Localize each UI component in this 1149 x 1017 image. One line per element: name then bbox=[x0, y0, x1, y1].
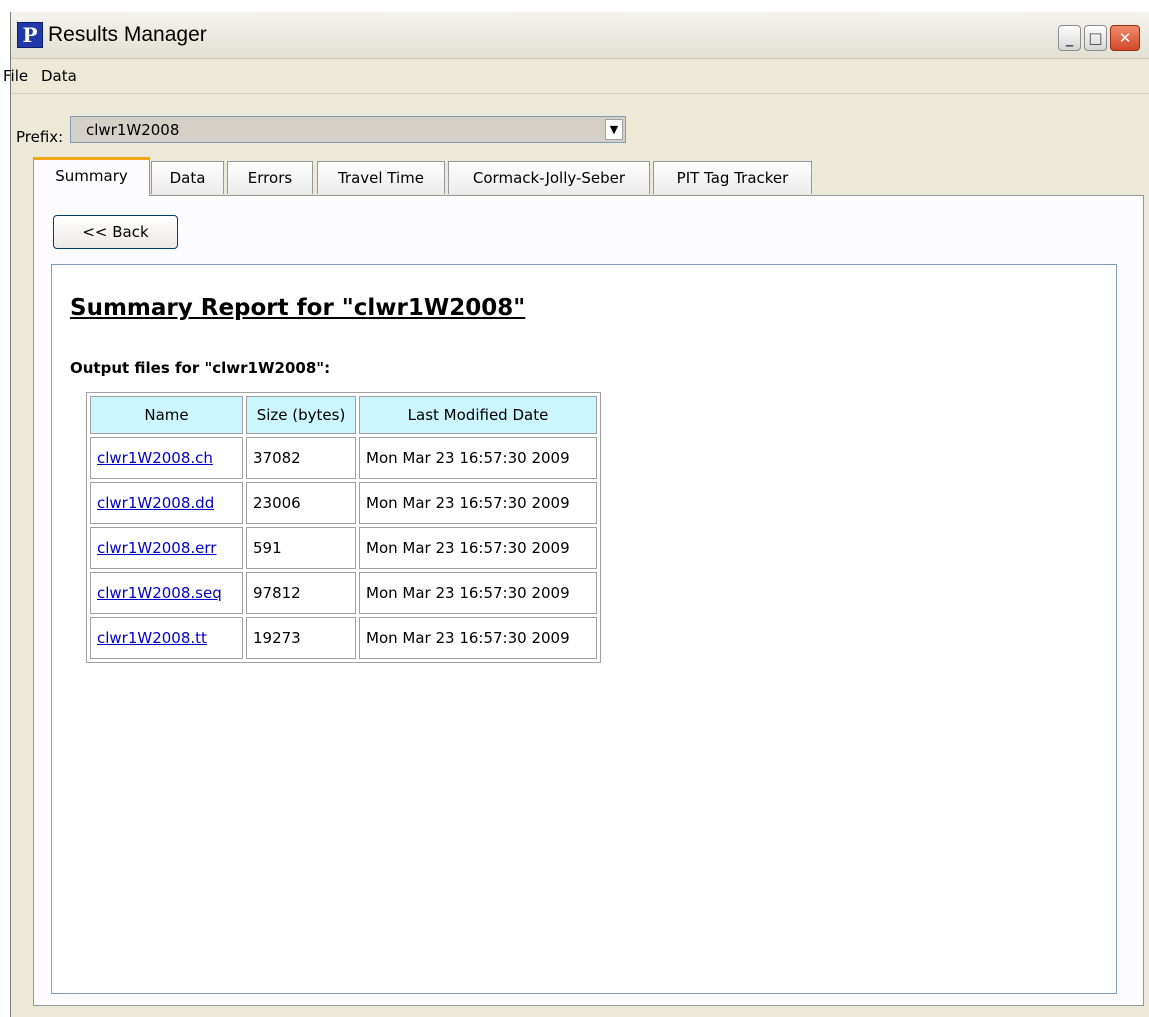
table-row: clwr1W2008.seq 97812 Mon Mar 23 16:57:30… bbox=[90, 572, 597, 614]
file-size-cell: 591 bbox=[246, 527, 356, 569]
file-date-cell: Mon Mar 23 16:57:30 2009 bbox=[359, 437, 597, 479]
table-row: clwr1W2008.tt 19273 Mon Mar 23 16:57:30 … bbox=[90, 617, 597, 659]
output-files-table: Name Size (bytes) Last Modified Date clw… bbox=[86, 392, 601, 663]
chevron-down-icon[interactable]: ▼ bbox=[605, 119, 623, 140]
minimize-icon[interactable]: _ bbox=[1058, 25, 1081, 51]
column-header-size: Size (bytes) bbox=[246, 396, 356, 434]
app-p-icon: P bbox=[17, 22, 43, 48]
tab-pit-tag-tracker[interactable]: PIT Tag Tracker bbox=[653, 161, 812, 194]
file-size-cell: 37082 bbox=[246, 437, 356, 479]
file-link[interactable]: clwr1W2008.tt bbox=[97, 629, 207, 647]
file-date-cell: Mon Mar 23 16:57:30 2009 bbox=[359, 482, 597, 524]
menu-file[interactable]: File bbox=[3, 67, 28, 85]
report-title: Summary Report for "clwr1W2008" bbox=[70, 295, 526, 321]
column-header-date: Last Modified Date bbox=[359, 396, 597, 434]
tab-summary[interactable]: Summary bbox=[33, 157, 150, 196]
tab-travel-time[interactable]: Travel Time bbox=[317, 161, 445, 194]
window-title: Results Manager bbox=[48, 23, 207, 46]
title-bar[interactable]: P Results Manager _ □ ✕ bbox=[11, 12, 1149, 59]
file-name-cell: clwr1W2008.err bbox=[90, 527, 243, 569]
column-header-name: Name bbox=[90, 396, 243, 434]
file-date-cell: Mon Mar 23 16:57:30 2009 bbox=[359, 572, 597, 614]
prefix-value: clwr1W2008 bbox=[86, 121, 180, 139]
table-header-row: Name Size (bytes) Last Modified Date bbox=[90, 396, 597, 434]
file-size-cell: 97812 bbox=[246, 572, 356, 614]
file-link[interactable]: clwr1W2008.ch bbox=[97, 449, 213, 467]
menu-data[interactable]: Data bbox=[41, 67, 77, 85]
file-size-cell: 23006 bbox=[246, 482, 356, 524]
table-row: clwr1W2008.dd 23006 Mon Mar 23 16:57:30 … bbox=[90, 482, 597, 524]
file-date-cell: Mon Mar 23 16:57:30 2009 bbox=[359, 527, 597, 569]
prefix-dropdown[interactable]: clwr1W2008 ▼ bbox=[70, 116, 626, 143]
file-date-cell: Mon Mar 23 16:57:30 2009 bbox=[359, 617, 597, 659]
file-link[interactable]: clwr1W2008.dd bbox=[97, 494, 214, 512]
close-icon[interactable]: ✕ bbox=[1110, 25, 1140, 51]
results-manager-window: P Results Manager _ □ ✕ File Data Prefix… bbox=[3, 12, 1149, 1017]
table-row: clwr1W2008.ch 37082 Mon Mar 23 16:57:30 … bbox=[90, 437, 597, 479]
back-button[interactable]: << Back bbox=[53, 215, 178, 249]
file-link[interactable]: clwr1W2008.err bbox=[97, 539, 216, 557]
maximize-icon[interactable]: □ bbox=[1084, 25, 1107, 51]
table-row: clwr1W2008.err 591 Mon Mar 23 16:57:30 2… bbox=[90, 527, 597, 569]
tab-data[interactable]: Data bbox=[151, 161, 224, 194]
menu-bar: File Data bbox=[3, 59, 1149, 94]
tab-errors[interactable]: Errors bbox=[227, 161, 313, 194]
file-name-cell: clwr1W2008.seq bbox=[90, 572, 243, 614]
file-name-cell: clwr1W2008.tt bbox=[90, 617, 243, 659]
tab-cormack-jolly-seber[interactable]: Cormack-Jolly-Seber bbox=[448, 161, 650, 194]
file-link[interactable]: clwr1W2008.seq bbox=[97, 584, 222, 602]
output-files-heading: Output files for "clwr1W2008": bbox=[70, 359, 331, 377]
file-name-cell: clwr1W2008.dd bbox=[90, 482, 243, 524]
file-size-cell: 19273 bbox=[246, 617, 356, 659]
prefix-label: Prefix: bbox=[16, 128, 64, 146]
file-name-cell: clwr1W2008.ch bbox=[90, 437, 243, 479]
